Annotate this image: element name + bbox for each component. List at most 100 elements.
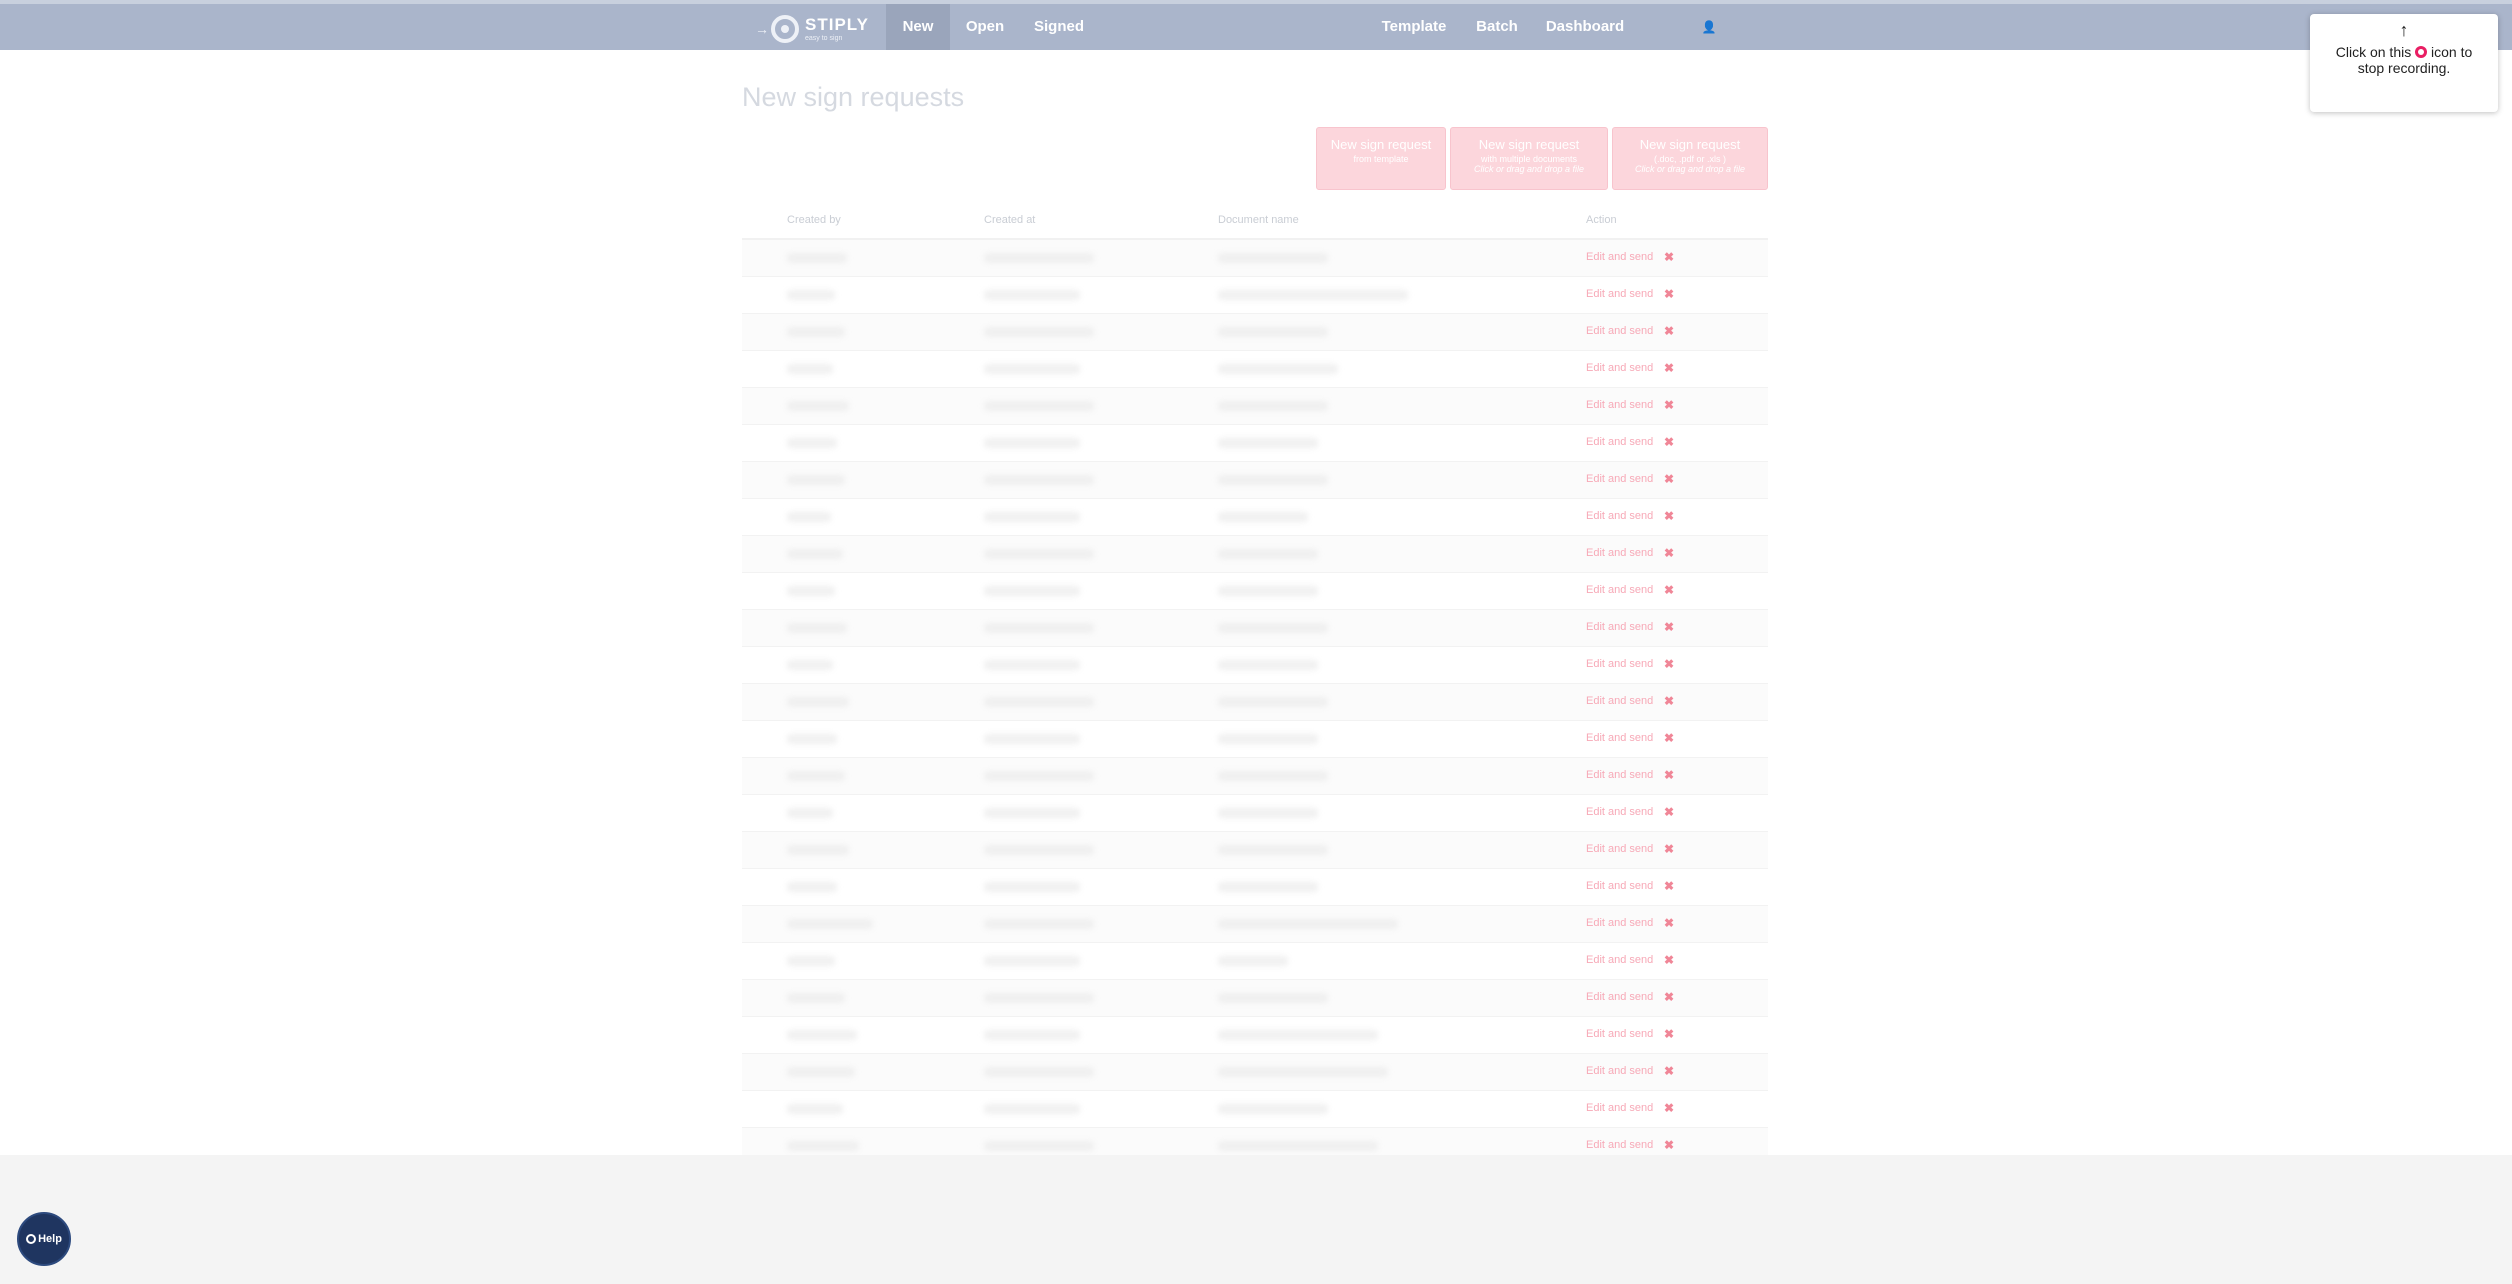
edit-and-send-link[interactable]: Edit and send (1586, 621, 1653, 633)
table-row[interactable]: Edit and send ✖ (742, 610, 1768, 647)
edit-and-send-link[interactable]: Edit and send (1586, 399, 1653, 411)
delete-icon[interactable]: ✖ (1664, 916, 1674, 930)
table-row[interactable]: Edit and send ✖ (742, 425, 1768, 462)
table-row[interactable]: Edit and send ✖ (742, 684, 1768, 721)
delete-icon[interactable]: ✖ (1664, 657, 1674, 671)
table-row[interactable]: Edit and send ✖ (742, 795, 1768, 832)
edit-and-send-link[interactable]: Edit and send (1586, 769, 1653, 781)
cell-document-name (1218, 290, 1408, 300)
delete-icon[interactable]: ✖ (1664, 953, 1674, 967)
delete-icon[interactable]: ✖ (1664, 1138, 1674, 1152)
edit-and-send-link[interactable]: Edit and send (1586, 1102, 1653, 1114)
delete-icon[interactable]: ✖ (1664, 324, 1674, 338)
table-row[interactable]: Edit and send ✖ (742, 1128, 1768, 1155)
cell-created-by (787, 1030, 857, 1040)
edit-and-send-link[interactable]: Edit and send (1586, 436, 1653, 448)
delete-icon[interactable]: ✖ (1664, 731, 1674, 745)
table-row[interactable]: Edit and send ✖ (742, 499, 1768, 536)
table-row[interactable]: Edit and send ✖ (742, 351, 1768, 388)
delete-icon[interactable]: ✖ (1664, 250, 1674, 264)
delete-icon[interactable]: ✖ (1664, 546, 1674, 560)
delete-icon[interactable]: ✖ (1664, 509, 1674, 523)
nav-open[interactable]: Open (953, 4, 1017, 50)
nav-template[interactable]: Template (1378, 4, 1450, 50)
table-row[interactable]: Edit and send ✖ (742, 721, 1768, 758)
table-row[interactable]: Edit and send ✖ (742, 943, 1768, 980)
delete-icon[interactable]: ✖ (1664, 842, 1674, 856)
delete-icon[interactable]: ✖ (1664, 583, 1674, 597)
delete-icon[interactable]: ✖ (1664, 398, 1674, 412)
delete-icon[interactable]: ✖ (1664, 694, 1674, 708)
edit-and-send-link[interactable]: Edit and send (1586, 325, 1653, 337)
edit-and-send-link[interactable]: Edit and send (1586, 806, 1653, 818)
new-request-upload-button[interactable]: New sign request (.doc, .pdf or .xls ) C… (1612, 127, 1768, 190)
header-created-by[interactable]: Created by (787, 214, 841, 226)
nav-dashboard[interactable]: Dashboard (1545, 4, 1625, 50)
table-row[interactable]: Edit and send ✖ (742, 1091, 1768, 1128)
new-request-multiple-docs-button[interactable]: New sign request with multiple documents… (1450, 127, 1608, 190)
table-row[interactable]: Edit and send ✖ (742, 1054, 1768, 1091)
edit-and-send-link[interactable]: Edit and send (1586, 880, 1653, 892)
edit-and-send-link[interactable]: Edit and send (1586, 584, 1653, 596)
edit-and-send-link[interactable]: Edit and send (1586, 917, 1653, 929)
edit-and-send-link[interactable]: Edit and send (1586, 362, 1653, 374)
cell-document-name (1218, 956, 1288, 966)
delete-icon[interactable]: ✖ (1664, 287, 1674, 301)
edit-and-send-link[interactable]: Edit and send (1586, 1065, 1653, 1077)
edit-and-send-link[interactable]: Edit and send (1586, 288, 1653, 300)
edit-and-send-link[interactable]: Edit and send (1586, 1028, 1653, 1040)
nav-batch[interactable]: Batch (1472, 4, 1522, 50)
delete-icon[interactable]: ✖ (1664, 1101, 1674, 1115)
cell-created-at (984, 882, 1080, 892)
edit-and-send-link[interactable]: Edit and send (1586, 473, 1653, 485)
chevron-down-icon: ▼ (1754, 69, 1764, 79)
delete-icon[interactable]: ✖ (1664, 620, 1674, 634)
delete-icon[interactable]: ✖ (1664, 768, 1674, 782)
delete-icon[interactable]: ✖ (1664, 1027, 1674, 1041)
delete-icon[interactable]: ✖ (1664, 990, 1674, 1004)
table-row[interactable]: Edit and send ✖ (742, 277, 1768, 314)
table-row[interactable]: Edit and send ✖ (742, 647, 1768, 684)
cell-created-by (787, 1141, 859, 1151)
edit-and-send-link[interactable]: Edit and send (1586, 510, 1653, 522)
table-row[interactable]: Edit and send ✖ (742, 869, 1768, 906)
table-row[interactable]: Edit and send ✖ (742, 758, 1768, 795)
cell-created-by (787, 253, 847, 263)
edit-and-send-link[interactable]: Edit and send (1586, 695, 1653, 707)
account-menu[interactable]: 👤 Testaccount ▼ (1652, 4, 1772, 81)
delete-icon[interactable]: ✖ (1664, 435, 1674, 449)
table-row[interactable]: Edit and send ✖ (742, 240, 1768, 277)
edit-and-send-link[interactable]: Edit and send (1586, 658, 1653, 670)
edit-and-send-link[interactable]: Edit and send (1586, 843, 1653, 855)
cell-created-at (984, 956, 1080, 966)
table-row[interactable]: Edit and send ✖ (742, 388, 1768, 425)
edit-and-send-link[interactable]: Edit and send (1586, 547, 1653, 559)
delete-icon[interactable]: ✖ (1664, 472, 1674, 486)
cell-created-at (984, 512, 1080, 522)
delete-icon[interactable]: ✖ (1664, 805, 1674, 819)
help-button[interactable]: Help (17, 1212, 71, 1266)
nav-signed[interactable]: Signed (1029, 4, 1089, 50)
edit-and-send-link[interactable]: Edit and send (1586, 954, 1653, 966)
edit-and-send-link[interactable]: Edit and send (1586, 1139, 1653, 1151)
edit-and-send-link[interactable]: Edit and send (1586, 251, 1653, 263)
brand-logo[interactable]: → STIPLY easy to sign (755, 14, 869, 44)
cell-document-name (1218, 1104, 1328, 1114)
table-row[interactable]: Edit and send ✖ (742, 536, 1768, 573)
table-row[interactable]: Edit and send ✖ (742, 980, 1768, 1017)
table-row[interactable]: Edit and send ✖ (742, 573, 1768, 610)
table-row[interactable]: Edit and send ✖ (742, 462, 1768, 499)
delete-icon[interactable]: ✖ (1664, 879, 1674, 893)
delete-icon[interactable]: ✖ (1664, 1064, 1674, 1078)
header-document-name[interactable]: Document name (1218, 214, 1299, 226)
edit-and-send-link[interactable]: Edit and send (1586, 732, 1653, 744)
table-row[interactable]: Edit and send ✖ (742, 906, 1768, 943)
nav-new[interactable]: New (886, 4, 950, 50)
table-row[interactable]: Edit and send ✖ (742, 314, 1768, 351)
new-request-from-template-button[interactable]: New sign request from template (1316, 127, 1446, 190)
table-row[interactable]: Edit and send ✖ (742, 1017, 1768, 1054)
delete-icon[interactable]: ✖ (1664, 361, 1674, 375)
edit-and-send-link[interactable]: Edit and send (1586, 991, 1653, 1003)
table-row[interactable]: Edit and send ✖ (742, 832, 1768, 869)
header-created-at[interactable]: Created at (984, 214, 1035, 226)
